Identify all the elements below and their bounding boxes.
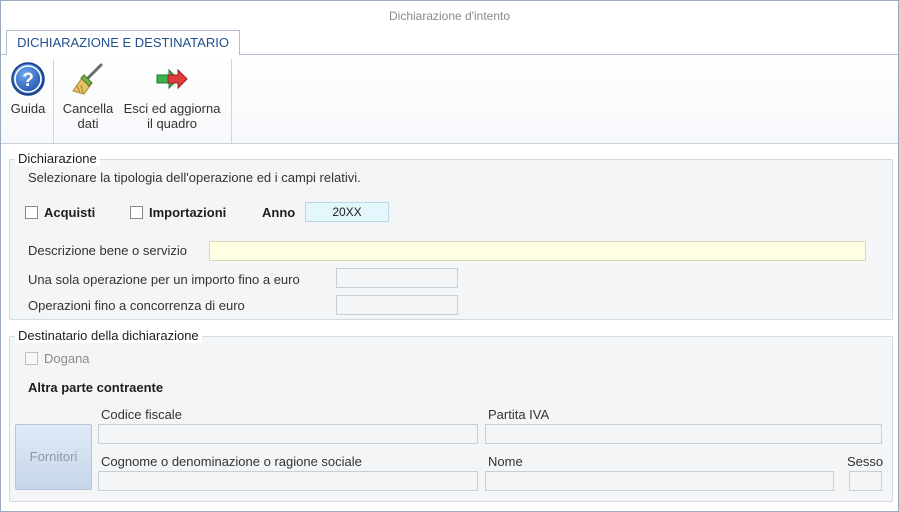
instruction-text: Selezionare la tipologia dell'operazione… xyxy=(28,170,361,185)
esci-label-1: Esci ed aggiorna xyxy=(123,101,221,116)
dogana-checkbox[interactable] xyxy=(25,352,38,365)
descrizione-field[interactable] xyxy=(209,241,866,261)
anno-label: Anno xyxy=(262,205,296,220)
cancella-label-1: Cancella xyxy=(62,101,114,116)
una-sola-label: Una sola operazione per un importo fino … xyxy=(28,272,300,287)
una-sola-field[interactable] xyxy=(336,268,458,288)
nome-label: Nome xyxy=(488,454,523,469)
destinatario-legend: Destinatario della dichiarazione xyxy=(15,328,202,343)
acquisti-checkbox[interactable] xyxy=(25,206,38,219)
codice-fiscale-label: Codice fiscale xyxy=(101,407,182,422)
broom-icon xyxy=(72,63,103,95)
cognome-label: Cognome o denominazione o ragione social… xyxy=(101,454,362,469)
importazioni-checkbox[interactable] xyxy=(130,206,143,219)
partita-iva-field[interactable] xyxy=(485,424,882,444)
esci-label-2: il quadro xyxy=(147,116,197,131)
codice-fiscale-field[interactable] xyxy=(98,424,478,444)
fornitori-button[interactable]: Fornitori xyxy=(15,424,92,490)
window-title: Dichiarazione d'intento xyxy=(1,1,898,31)
ribbon-separator xyxy=(231,59,232,143)
concorrenza-field[interactable] xyxy=(336,295,458,315)
exit-arrow-icon xyxy=(156,68,188,90)
guida-label: Guida xyxy=(10,101,46,116)
descrizione-label: Descrizione bene o servizio xyxy=(28,243,187,258)
altra-parte-heading: Altra parte contraente xyxy=(28,380,164,395)
ribbon-toolbar: ? Guida Cancella dati Esci ed aggiorna i… xyxy=(1,54,898,144)
partita-iva-label: Partita IVA xyxy=(488,407,550,422)
cancella-label-2: dati xyxy=(77,116,99,131)
dialog-window: Dichiarazione d'intento DICHIARAZIONE E … xyxy=(0,0,899,512)
dogana-label: Dogana xyxy=(44,351,90,366)
help-icon: ? xyxy=(11,62,45,96)
esci-aggiorna-button[interactable]: Esci ed aggiorna il quadro xyxy=(119,61,225,131)
anno-field[interactable]: 20XX xyxy=(305,202,389,222)
nome-field[interactable] xyxy=(485,471,834,491)
sesso-label: Sesso xyxy=(847,454,884,469)
dichiarazione-legend: Dichiarazione xyxy=(15,151,100,166)
cognome-field[interactable] xyxy=(98,471,478,491)
cancella-dati-button[interactable]: Cancella dati xyxy=(59,61,117,131)
ribbon-separator xyxy=(53,59,54,143)
tab-dichiarazione-destinatario[interactable]: DICHIARAZIONE E DESTINATARIO xyxy=(6,30,240,55)
acquisti-label: Acquisti xyxy=(44,205,96,220)
svg-text:?: ? xyxy=(22,70,34,91)
importazioni-label: Importazioni xyxy=(149,205,227,220)
concorrenza-label: Operazioni fino a concorrenza di euro xyxy=(28,298,245,313)
sesso-field[interactable] xyxy=(849,471,882,491)
guida-button[interactable]: ? Guida xyxy=(7,61,49,116)
